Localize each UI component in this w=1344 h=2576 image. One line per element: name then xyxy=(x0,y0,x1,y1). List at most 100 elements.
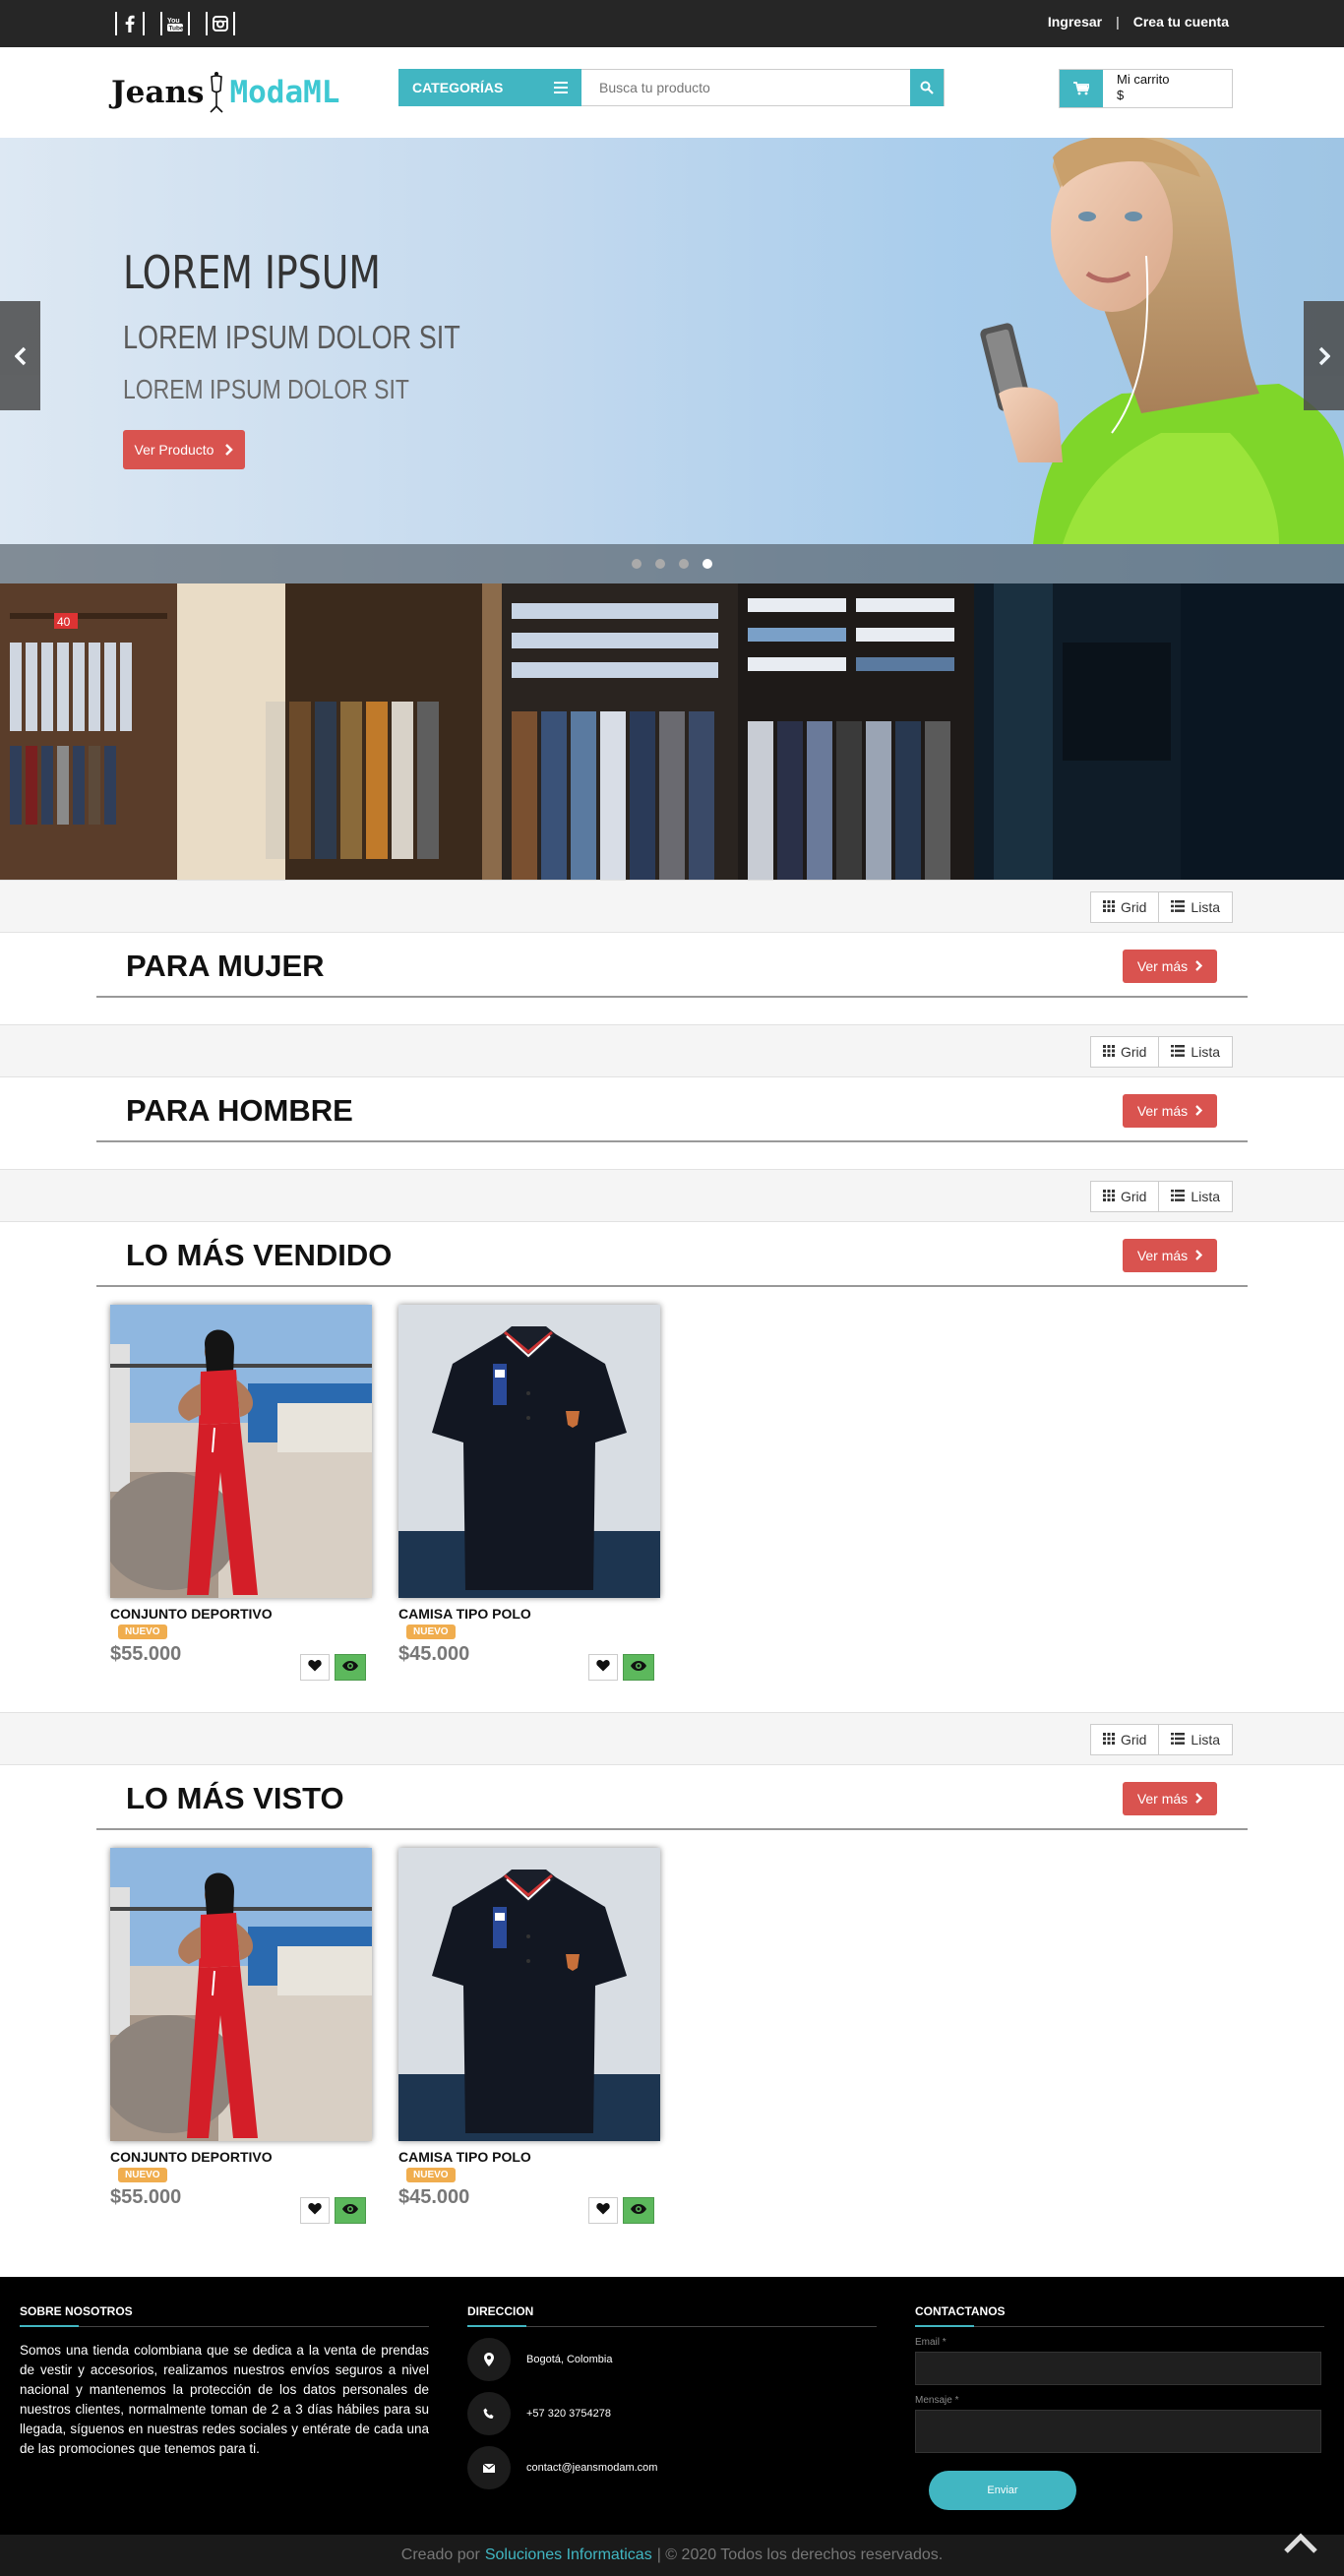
facebook-icon[interactable] xyxy=(115,12,145,35)
message-field-label: Mensaje * xyxy=(915,2395,959,2406)
youtube-icon[interactable]: You Tube xyxy=(160,12,190,35)
product-card[interactable]: CONJUNTO DEPORTIVO NUEVO $55.000 xyxy=(110,1848,372,2232)
quick-view-button[interactable] xyxy=(335,2197,366,2224)
list-view-button[interactable]: Lista xyxy=(1159,1181,1233,1212)
section-title: LO MÁS VENDIDO xyxy=(126,1238,393,1272)
slider-prev-button[interactable] xyxy=(0,301,40,410)
product-image[interactable] xyxy=(398,1305,660,1598)
store-banner-image: 40 xyxy=(0,583,1344,880)
message-textarea[interactable] xyxy=(915,2410,1321,2453)
scroll-to-top-button[interactable] xyxy=(1279,2527,1322,2560)
svg-text:Tube: Tube xyxy=(169,26,184,32)
social-links: You Tube xyxy=(115,12,251,35)
product-card[interactable]: CAMISA TIPO POLO NUEVO $45.000 xyxy=(398,1305,660,1688)
copyright-text: | © 2020 Todos los derechos reservados. xyxy=(656,2546,944,2563)
see-more-button[interactable]: Ver más xyxy=(1123,1782,1217,1815)
product-card[interactable]: CAMISA TIPO POLO NUEVO $45.000 xyxy=(398,1848,660,2232)
footer-address: DIRECCION Bogotá, Colombia +57 320 37542… xyxy=(467,2304,877,2489)
list-view-label: Lista xyxy=(1191,899,1220,915)
brand-link[interactable]: Soluciones Informaticas xyxy=(485,2546,652,2564)
eye-icon xyxy=(341,1659,359,1677)
instagram-icon[interactable] xyxy=(206,12,235,35)
slider-dot[interactable] xyxy=(703,559,712,569)
grid-view-button[interactable]: Grid xyxy=(1089,891,1160,923)
product-name[interactable]: CONJUNTO DEPORTIVO xyxy=(110,1606,273,1622)
see-more-label: Ver más xyxy=(1136,958,1189,974)
search-input[interactable] xyxy=(581,70,910,105)
send-button[interactable]: Enviar xyxy=(929,2471,1076,2510)
product-image[interactable] xyxy=(398,1848,660,2141)
see-more-label: Ver más xyxy=(1136,1248,1189,1263)
site-footer: SOBRE NOSOTROS Somos una tienda colombia… xyxy=(0,2277,1344,2535)
see-more-button[interactable]: Ver más xyxy=(1123,1094,1217,1128)
register-link[interactable]: Crea tu cuenta xyxy=(1133,14,1229,30)
quick-view-button[interactable] xyxy=(623,2197,654,2224)
categories-dropdown[interactable]: CATEGORÍAS xyxy=(398,69,581,106)
heart-icon xyxy=(596,1659,610,1677)
login-link[interactable]: Ingresar xyxy=(1048,14,1102,30)
mannequin-icon xyxy=(210,72,224,113)
view-product-button[interactable]: Ver Producto xyxy=(123,430,245,469)
add-to-wishlist-button[interactable] xyxy=(300,1654,330,1681)
add-to-wishlist-button[interactable] xyxy=(300,2197,330,2224)
site-logo[interactable]: Jeans ModaML xyxy=(111,69,339,116)
slider-indicators xyxy=(0,544,1344,583)
cart-icon xyxy=(1060,70,1103,107)
view-toggle-group: Grid Lista xyxy=(1089,891,1233,923)
product-name[interactable]: CONJUNTO DEPORTIVO xyxy=(110,2149,273,2165)
svg-text:You: You xyxy=(167,18,180,25)
slider-next-button[interactable] xyxy=(1304,301,1344,410)
grid-view-button[interactable]: Grid xyxy=(1089,1036,1160,1068)
product-name[interactable]: CAMISA TIPO POLO xyxy=(398,1606,531,1622)
product-price: $45.000 xyxy=(398,1643,470,1665)
quick-view-button[interactable] xyxy=(335,1654,366,1681)
heart-icon xyxy=(308,1659,322,1677)
chevron-right-icon xyxy=(1195,1103,1203,1119)
email-text[interactable]: contact@jeansmodam.com xyxy=(526,2462,657,2474)
quick-view-button[interactable] xyxy=(623,1654,654,1681)
footer-about-text: Somos una tienda colombiana que se dedic… xyxy=(20,2343,429,2456)
chevron-left-icon xyxy=(14,346,26,365)
chevron-right-icon xyxy=(1195,1248,1203,1263)
clothing-store-illustration: 40 xyxy=(0,583,1344,880)
chevron-right-icon xyxy=(1195,958,1203,974)
chevron-right-icon xyxy=(225,444,234,456)
grid-view-button[interactable]: Grid xyxy=(1089,1724,1160,1755)
see-more-button[interactable]: Ver más xyxy=(1123,950,1217,983)
email-field-label: Email * xyxy=(915,2337,947,2348)
add-to-wishlist-button[interactable] xyxy=(588,1654,618,1681)
email-row: contact@jeansmodam.com xyxy=(467,2446,877,2489)
grid-view-label: Grid xyxy=(1120,899,1147,915)
chevron-right-icon xyxy=(1318,346,1330,365)
see-more-button[interactable]: Ver más xyxy=(1123,1239,1217,1272)
footer-address-title: DIRECCION xyxy=(467,2304,877,2327)
list-view-button[interactable]: Lista xyxy=(1159,891,1233,923)
list-view-button[interactable]: Lista xyxy=(1159,1724,1233,1755)
slider-dot[interactable] xyxy=(632,559,641,569)
grid-view-label: Grid xyxy=(1120,1189,1147,1204)
grid-view-button[interactable]: Grid xyxy=(1089,1181,1160,1212)
product-price: $45.000 xyxy=(398,2186,470,2208)
hero-model-image xyxy=(980,138,1344,544)
product-name[interactable]: CAMISA TIPO POLO xyxy=(398,2149,531,2165)
product-card[interactable]: CONJUNTO DEPORTIVO NUEVO $55.000 xyxy=(110,1305,372,1688)
section-header: PARA MUJER Ver más xyxy=(96,933,1248,998)
search-button[interactable] xyxy=(910,69,944,106)
list-view-button[interactable]: Lista xyxy=(1159,1036,1233,1068)
add-to-wishlist-button[interactable] xyxy=(588,2197,618,2224)
email-field[interactable] xyxy=(915,2352,1321,2385)
list-icon xyxy=(1171,1044,1186,1060)
slider-dot[interactable] xyxy=(655,559,665,569)
copyright-bar: Creado por Soluciones Informaticas | © 2… xyxy=(0,2533,1344,2576)
grid-icon xyxy=(1102,1732,1115,1748)
eye-icon xyxy=(630,2202,647,2220)
list-icon xyxy=(1171,1732,1186,1748)
slider-dot[interactable] xyxy=(679,559,689,569)
product-image[interactable] xyxy=(110,1305,372,1598)
categories-label: CATEGORÍAS xyxy=(412,80,504,95)
envelope-icon xyxy=(467,2446,511,2489)
view-toggle-bar: Grid Lista xyxy=(0,1169,1344,1222)
new-badge: NUEVO xyxy=(118,2168,167,2182)
product-image[interactable] xyxy=(110,1848,372,2141)
cart-widget[interactable]: Mi carrito $ xyxy=(1059,69,1233,108)
